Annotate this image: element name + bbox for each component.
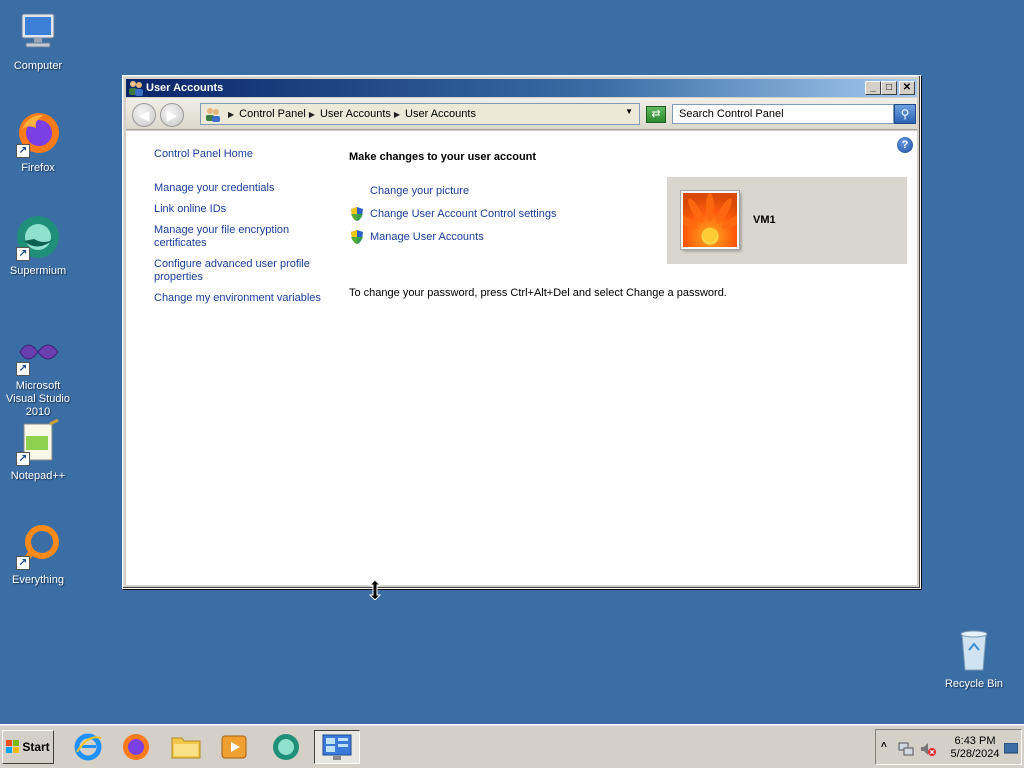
breadcrumb-control-panel[interactable]: Control Panel [239, 108, 306, 120]
sidebar-link-manage-credentials[interactable]: Manage your credentials [154, 182, 329, 195]
shortcut-arrow-icon: ↗ [16, 556, 30, 570]
desktop-icon-supermium[interactable]: ↗ Supermium [0, 213, 76, 278]
notepad-plus-plus-icon: ↗ [14, 418, 62, 466]
control-panel-icon [322, 734, 352, 760]
task-label[interactable]: Manage User Accounts [370, 231, 484, 243]
navigation-bar: ◀ ▶ ▶ Control Panel ▶ User Accounts ▶ Us… [126, 98, 917, 130]
password-instructions: To change your password, press Ctrl+Alt+… [349, 287, 727, 299]
refresh-button[interactable]: ⇄ [646, 106, 666, 123]
desktop-icon-label: Computer [13, 60, 63, 72]
close-button[interactable]: ✕ [899, 81, 915, 95]
internet-explorer-icon [74, 733, 102, 761]
firefox-icon [123, 734, 149, 760]
show-hidden-icons-icon[interactable]: ˄ [881, 740, 887, 751]
show-desktop-icon[interactable] [1004, 743, 1018, 755]
desktop-icon-label: Everything [12, 574, 64, 586]
desktop-icon-computer[interactable]: Computer [0, 8, 76, 73]
supermium-icon: ↗ [14, 213, 62, 261]
shortcut-arrow-icon: ↗ [16, 362, 30, 376]
search-input[interactable]: Search Control Panel [672, 104, 894, 124]
user-picture[interactable] [681, 191, 739, 249]
desktop-icon-visual-studio[interactable]: ↗ Microsoft Visual Studio 2010 [0, 328, 76, 419]
address-bar[interactable]: ▶ Control Panel ▶ User Accounts ▶ User A… [200, 103, 640, 125]
user-name: VM1 [753, 214, 776, 226]
recycle-bin-icon [950, 626, 998, 674]
clock[interactable]: 6:43 PM 5/28/2024 [940, 735, 1010, 761]
desktop-icon-label: Notepad++ [10, 470, 66, 482]
search-icon: ⚲ [900, 107, 910, 121]
sidebar: Control Panel Home Manage your credentia… [154, 148, 329, 313]
taskbar-media-player[interactable] [214, 730, 254, 764]
back-button[interactable]: ◀ [132, 103, 156, 127]
control-panel-home-link[interactable]: Control Panel Home [154, 148, 329, 161]
taskbar-supermium[interactable] [266, 730, 306, 764]
uac-shield-icon [349, 229, 365, 245]
content-area: ? Control Panel Home Manage your credent… [126, 131, 917, 585]
sidebar-link-online-ids[interactable]: Link online IDs [154, 203, 329, 216]
shortcut-arrow-icon: ↗ [16, 452, 30, 466]
volume-muted-icon[interactable] [920, 741, 936, 757]
system-tray: ˄ 6:43 PM 5/28/2024 [875, 729, 1022, 765]
maximize-button[interactable]: □ [881, 81, 897, 95]
control-panel-icon [205, 106, 221, 122]
breadcrumb-arrow-icon[interactable]: ▶ [309, 110, 315, 119]
resize-cursor-icon [368, 579, 382, 601]
sidebar-link-encryption-certificates[interactable]: Manage your file encryption certificates [154, 224, 329, 250]
network-icon[interactable] [898, 741, 914, 757]
taskbar-control-panel[interactable] [314, 730, 360, 764]
media-player-icon [221, 735, 247, 759]
start-label: Start [22, 740, 50, 754]
clock-date: 5/28/2024 [950, 748, 1000, 760]
desktop-icon-everything[interactable]: ↗ Everything [0, 522, 76, 587]
forward-button[interactable]: ▶ [160, 103, 184, 127]
breadcrumb-user-accounts-current[interactable]: User Accounts [405, 108, 476, 120]
clock-time: 6:43 PM [954, 735, 996, 747]
taskbar: Start ˄ 6:43 PM 5/28/2024 [0, 724, 1024, 768]
everything-search-icon: ↗ [14, 522, 62, 570]
start-button[interactable]: Start [2, 730, 54, 764]
windows-logo-icon [6, 740, 20, 754]
desktop-icon-label: Supermium [9, 265, 67, 277]
shortcut-arrow-icon: ↗ [16, 144, 30, 158]
shortcut-arrow-icon: ↗ [16, 247, 30, 261]
user-accounts-icon [128, 80, 144, 96]
breadcrumb-arrow-icon[interactable]: ▶ [228, 110, 234, 119]
task-label[interactable]: Change User Account Control settings [370, 208, 557, 220]
user-tile: VM1 [667, 177, 907, 264]
window-titlebar[interactable]: User Accounts _ □ ✕ [126, 79, 917, 97]
visual-studio-icon: ↗ [14, 328, 62, 376]
sidebar-link-environment-variables[interactable]: Change my environment variables [154, 292, 329, 305]
desktop-icon-notepad-plus-plus[interactable]: ↗ Notepad++ [0, 418, 76, 483]
firefox-icon: ↗ [14, 110, 62, 158]
minimize-button[interactable]: _ [865, 81, 881, 95]
desktop-icon-firefox[interactable]: ↗ Firefox [0, 110, 76, 175]
supermium-icon [273, 734, 299, 760]
uac-shield-icon [349, 206, 365, 222]
file-explorer-icon [171, 737, 201, 759]
user-accounts-window: User Accounts _ □ ✕ ◀ ▶ ▶ Control Panel … [122, 75, 921, 589]
taskbar-file-explorer[interactable] [166, 730, 206, 764]
page-heading: Make changes to your user account [349, 151, 537, 163]
desktop-icon-label: Recycle Bin [944, 678, 1004, 690]
search-button[interactable]: ⚲ [894, 104, 916, 124]
breadcrumb-user-accounts[interactable]: User Accounts [320, 108, 391, 120]
taskbar-firefox[interactable] [116, 730, 156, 764]
desktop-icon-recycle-bin[interactable]: Recycle Bin [936, 626, 1012, 691]
computer-icon [14, 8, 62, 56]
address-dropdown-icon[interactable]: ▼ [625, 107, 633, 116]
window-title: User Accounts [146, 82, 224, 94]
sidebar-link-advanced-profile[interactable]: Configure advanced user profile properti… [154, 258, 329, 284]
desktop-icon-label: Microsoft Visual Studio 2010 [5, 380, 70, 418]
desktop-icon-label: Firefox [21, 162, 55, 174]
task-label[interactable]: Change your picture [370, 185, 469, 197]
breadcrumb-arrow-icon[interactable]: ▶ [394, 110, 400, 119]
taskbar-internet-explorer[interactable] [68, 730, 108, 764]
